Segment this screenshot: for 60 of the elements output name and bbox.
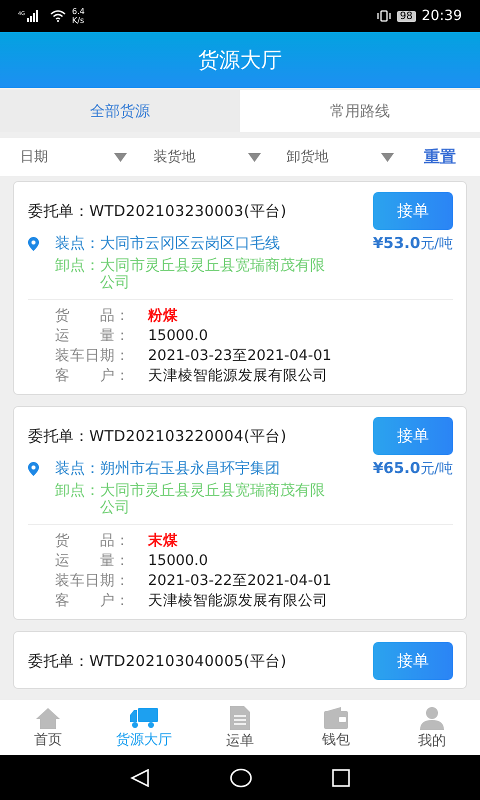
detail-label: 运 量：: [55, 327, 131, 346]
detail-label: 运 量：: [55, 552, 131, 571]
load-address: 大同市云冈区云岗区口毛线: [100, 234, 281, 253]
unload-address: 大同市灵丘县灵丘县宽瑞商茂有限公司: [100, 257, 325, 291]
back-icon[interactable]: [130, 768, 150, 786]
detail-value: 15000.0: [148, 327, 208, 346]
load-label: 装点：: [55, 234, 100, 253]
detail-value: 天津棱智能源发展有限公司: [148, 592, 328, 611]
accept-button[interactable]: 接单: [373, 192, 453, 230]
nav-tab[interactable]: 首页: [3, 706, 93, 750]
person-icon: [420, 706, 444, 730]
filter-dropdown[interactable]: 装货地: [147, 148, 281, 166]
location-pin-icon: [28, 236, 39, 250]
recents-icon[interactable]: [332, 768, 350, 786]
page-title: 货源大厅: [198, 47, 282, 74]
detail-value: 2021-03-23至2021-04-01: [148, 347, 332, 366]
dropdown-icon: [380, 152, 394, 162]
load-address: 朔州市右玉县永昌环宇集团: [100, 459, 281, 478]
order-number: 委托单：WTD202103220004(平台): [28, 426, 287, 446]
detail-value: 末煤: [148, 532, 178, 551]
price: ¥65.0元/吨: [372, 459, 453, 478]
unload-label: 卸点：: [55, 482, 100, 501]
nav-tab[interactable]: 运单: [195, 704, 285, 750]
tab[interactable]: 常用路线: [240, 90, 480, 132]
detail-label: 装车日期：: [55, 572, 131, 591]
load-label: 装点：: [55, 459, 100, 478]
home-circle-icon[interactable]: [230, 768, 252, 788]
detail-value: 粉煤: [148, 307, 178, 326]
price: ¥53.0元/吨: [372, 234, 453, 253]
document-icon: [229, 706, 251, 730]
wallet-icon: [324, 706, 348, 728]
unload-address: 大同市灵丘县灵丘县宽瑞商茂有限公司: [100, 482, 325, 516]
accept-button[interactable]: 接单: [373, 417, 453, 455]
unload-label: 卸点：: [55, 257, 100, 276]
detail-label: 装车日期：: [55, 347, 131, 366]
battery-level: 98: [396, 10, 416, 22]
house-icon: [35, 706, 61, 728]
wifi-icon: [50, 10, 66, 22]
detail-label: 客 户：: [55, 366, 131, 386]
accept-button[interactable]: 接单: [373, 642, 453, 680]
filter-dropdown[interactable]: 日期: [20, 148, 148, 166]
nav-tab[interactable]: 我的: [387, 704, 477, 750]
clock: 20:39: [422, 8, 462, 24]
detail-label: 客 户：: [55, 592, 131, 611]
detail-value: 15000.0: [148, 552, 208, 571]
detail-label: 货 品：: [55, 307, 131, 326]
detail-label: 货 品：: [55, 532, 131, 551]
reset-button[interactable]: 重置: [414, 146, 466, 168]
detail-value: 2021-03-22至2021-04-01: [148, 572, 332, 591]
filter-dropdown[interactable]: 卸货地: [280, 148, 414, 166]
location-pin-icon: [28, 462, 39, 476]
order-number: 委托单：WTD202103040005(平台): [28, 652, 287, 670]
dropdown-icon: [114, 152, 128, 162]
network-speed: 6.4 K/s: [72, 7, 85, 25]
truck-icon: [129, 706, 159, 728]
dropdown-icon: [248, 152, 261, 162]
detail-value: 天津棱智能源发展有限公司: [148, 367, 328, 386]
nav-tab[interactable]: 钱包: [291, 706, 381, 750]
vibrate-icon: [376, 10, 391, 22]
order-number: 委托单：WTD202103230003(平台): [28, 202, 287, 220]
